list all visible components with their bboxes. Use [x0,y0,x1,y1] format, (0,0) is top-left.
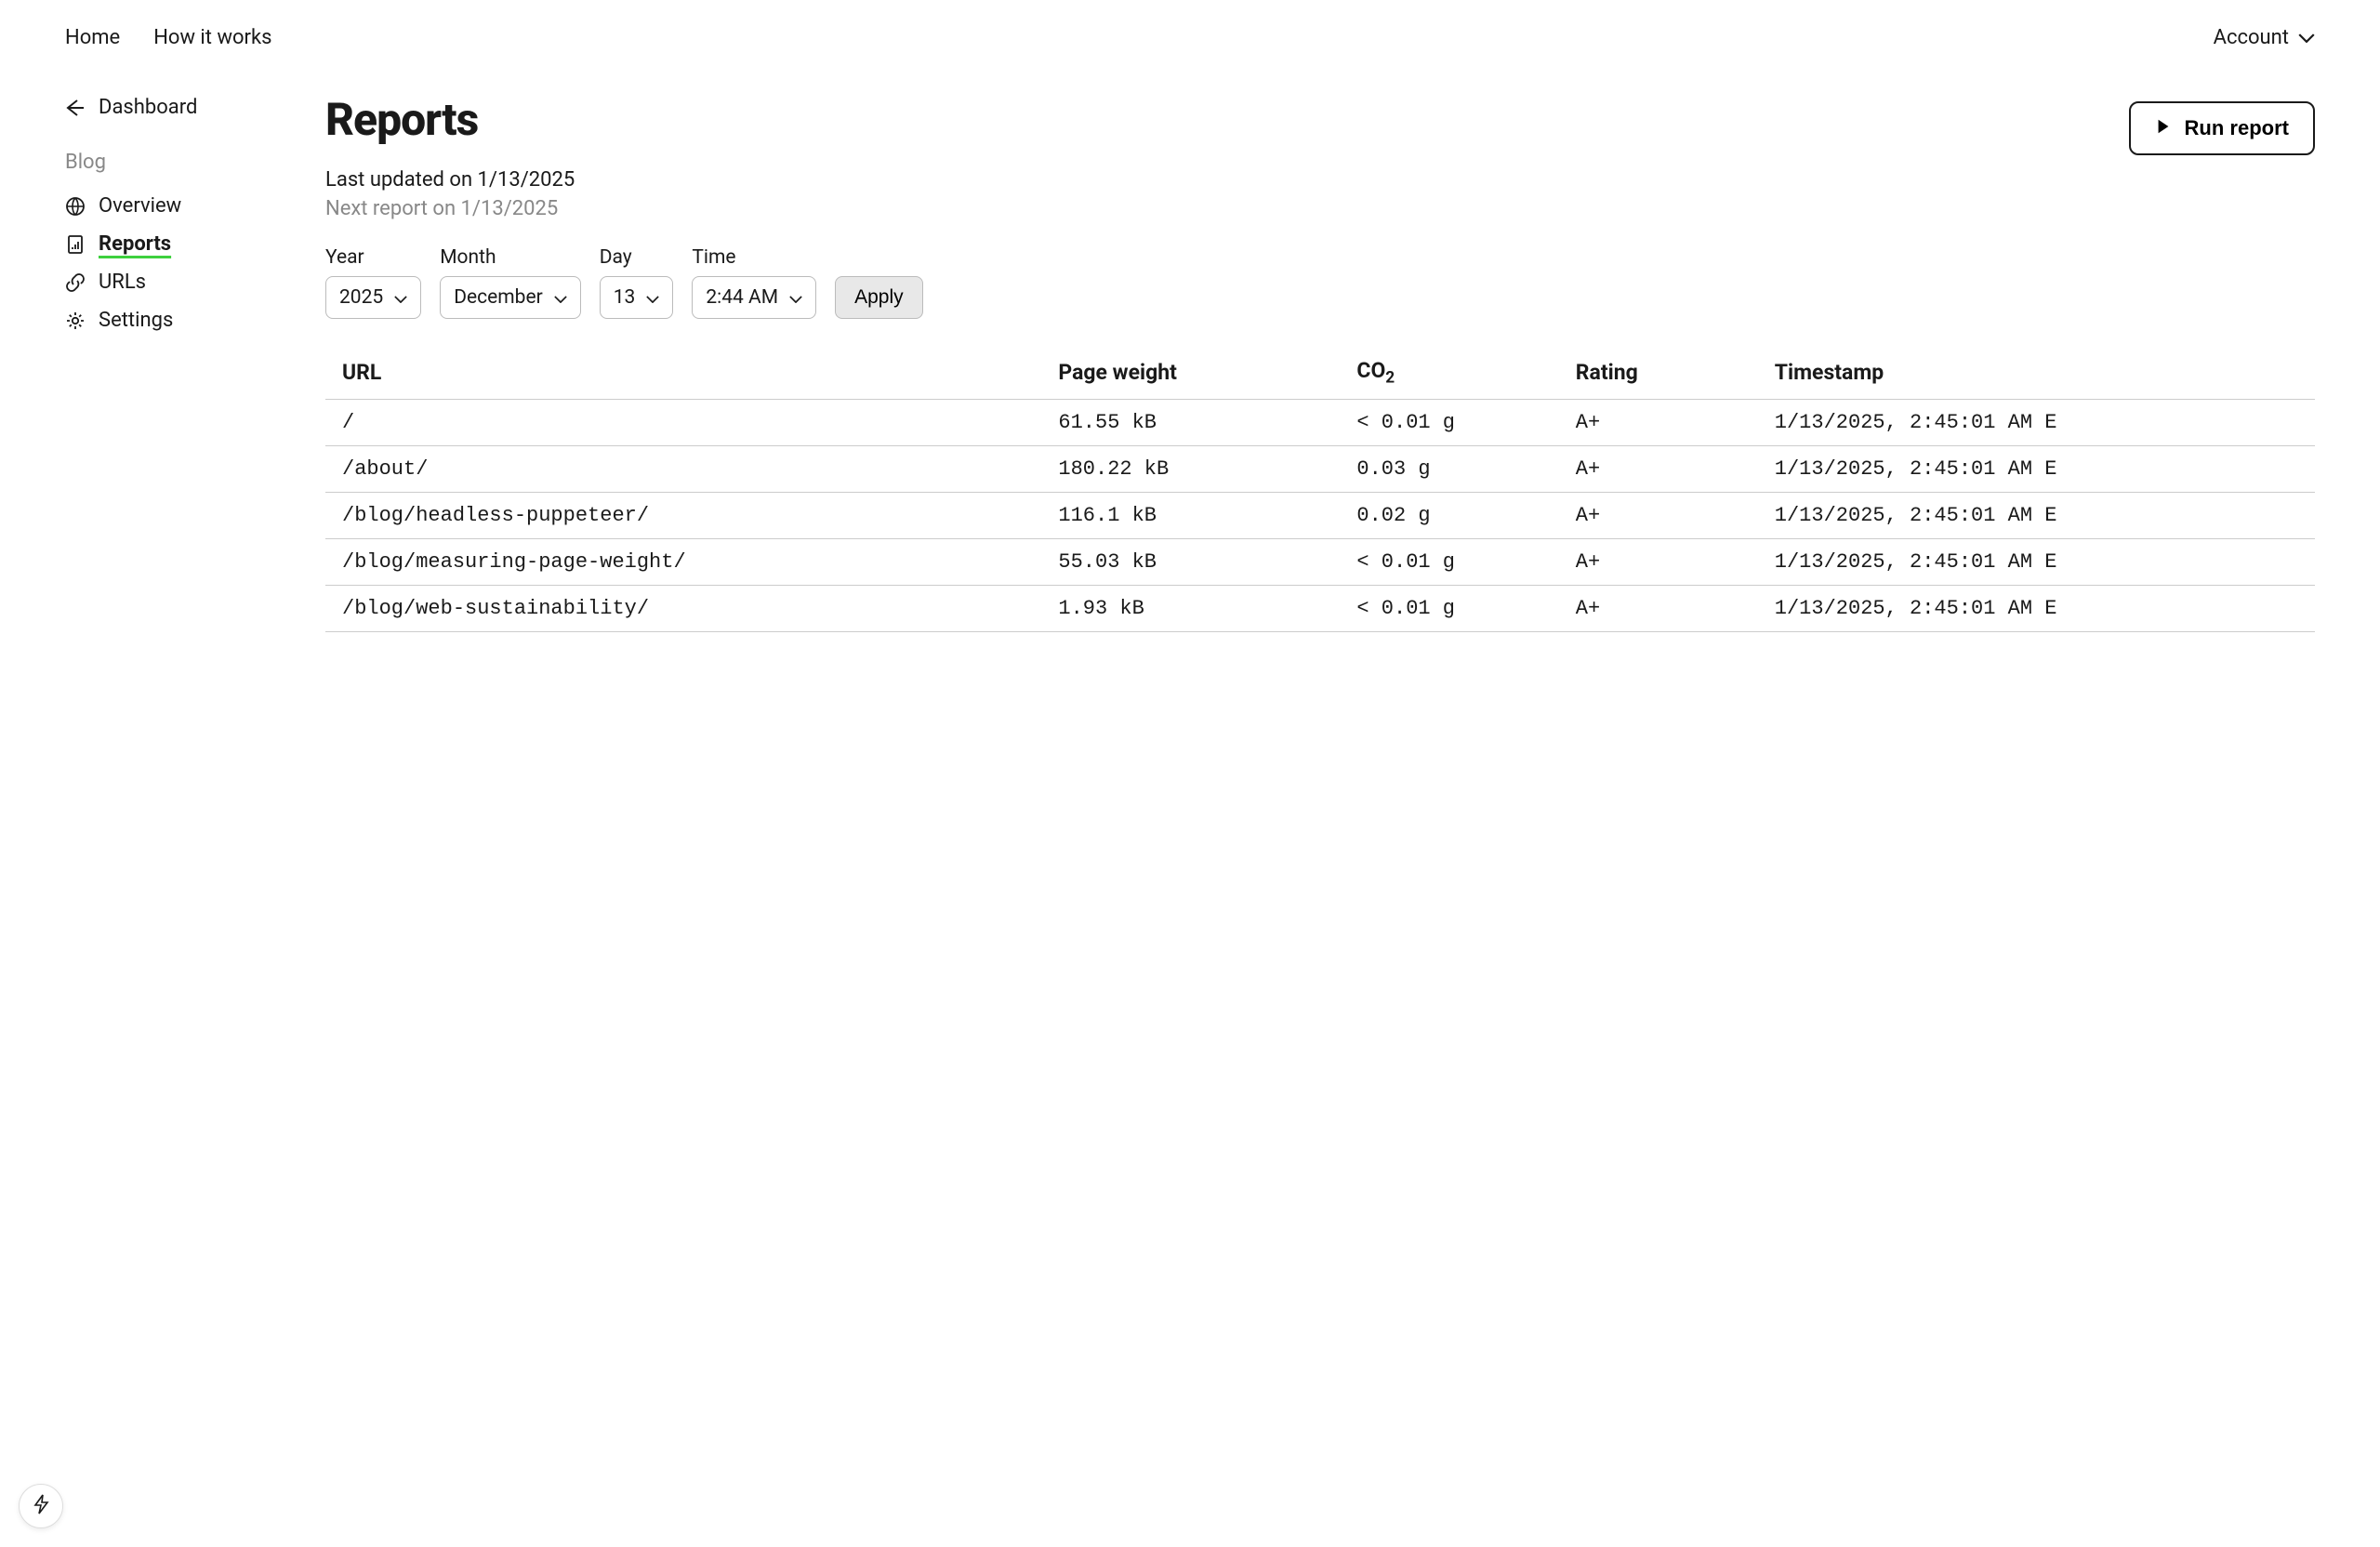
cell-rating: A+ [1559,445,1758,492]
run-report-label: Run report [2185,116,2289,140]
sidebar-item-settings[interactable]: Settings [65,301,251,339]
arrow-left-icon [65,98,86,118]
page-header: Reports Run report [325,96,2315,155]
page-title: Reports [325,96,478,145]
chevron-down-icon [554,286,567,309]
cell-page_weight: 1.93 kB [1041,585,1340,631]
globe-icon [65,196,86,217]
sidebar: Dashboard Blog Overview Reports URLs Set… [65,96,251,632]
apply-button[interactable]: Apply [835,276,923,319]
main-content: Reports Run report Last updated on 1/13/… [325,96,2315,632]
sidebar-section-label: Blog [65,151,251,174]
bolt-float-button[interactable] [19,1484,63,1528]
time-value: 2:44 AM [706,286,778,309]
day-value: 13 [614,286,636,309]
cell-url: / [325,399,1041,445]
account-label: Account [2214,26,2289,49]
table-header-row: URL Page weight CO2 Rating Timestamp [325,347,2315,399]
chevron-down-icon [2298,33,2315,43]
last-updated-text: Last updated on 1/13/2025 [325,168,2315,192]
link-icon [65,272,86,293]
sidebar-item-label: Reports [99,232,171,256]
layout: Dashboard Blog Overview Reports URLs Set… [0,68,2380,632]
cell-timestamp: 1/13/2025, 2:45:01 AM E [1758,538,2315,585]
filter-month: Month December [440,246,581,319]
cell-rating: A+ [1559,492,1758,538]
table-row: /about/180.22 kB0.03 gA+1/13/2025, 2:45:… [325,445,2315,492]
cell-page_weight: 116.1 kB [1041,492,1340,538]
filter-label-day: Day [600,246,674,269]
cell-co2: < 0.01 g [1340,538,1558,585]
sidebar-item-urls[interactable]: URLs [65,263,251,301]
page-title-block: Reports [325,96,478,145]
table-row: /61.55 kB< 0.01 gA+1/13/2025, 2:45:01 AM… [325,399,2315,445]
table-row: /blog/headless-puppeteer/116.1 kB0.02 gA… [325,492,2315,538]
cell-url: /blog/measuring-page-weight/ [325,538,1041,585]
th-timestamp: Timestamp [1758,347,2315,399]
next-report-text: Next report on 1/13/2025 [325,197,2315,220]
cell-url: /about/ [325,445,1041,492]
bolt-icon [31,1493,51,1519]
month-select[interactable]: December [440,276,581,319]
gear-icon [65,311,86,331]
cell-timestamp: 1/13/2025, 2:45:01 AM E [1758,445,2315,492]
sidebar-item-label: Overview [99,194,181,218]
sidebar-back-label: Dashboard [99,96,197,119]
th-co2: CO2 [1340,347,1558,399]
topnav-left: Home How it works [65,26,271,49]
cell-timestamp: 1/13/2025, 2:45:01 AM E [1758,399,2315,445]
cell-timestamp: 1/13/2025, 2:45:01 AM E [1758,585,2315,631]
cell-rating: A+ [1559,538,1758,585]
table-row: /blog/measuring-page-weight/55.03 kB< 0.… [325,538,2315,585]
day-select[interactable]: 13 [600,276,674,319]
cell-url: /blog/headless-puppeteer/ [325,492,1041,538]
play-icon [2155,116,2172,140]
month-value: December [454,286,543,309]
cell-page_weight: 61.55 kB [1041,399,1340,445]
sidebar-item-reports[interactable]: Reports [65,225,251,263]
time-select[interactable]: 2:44 AM [692,276,816,319]
report-icon [65,234,86,255]
nav-how-it-works[interactable]: How it works [153,26,271,49]
filter-label-year: Year [325,246,421,269]
cell-rating: A+ [1559,399,1758,445]
account-menu[interactable]: Account [2214,26,2315,49]
filters-row: Year 2025 Month December Day 13 [325,246,2315,319]
th-page-weight: Page weight [1041,347,1340,399]
filter-label-time: Time [692,246,816,269]
cell-co2: 0.02 g [1340,492,1558,538]
cell-timestamp: 1/13/2025, 2:45:01 AM E [1758,492,2315,538]
sidebar-back-link[interactable]: Dashboard [65,96,251,119]
filter-time: Time 2:44 AM [692,246,816,319]
sidebar-item-label: URLs [99,271,146,294]
chevron-down-icon [394,286,407,309]
filter-day: Day 13 [600,246,674,319]
filter-year: Year 2025 [325,246,421,319]
th-rating: Rating [1559,347,1758,399]
year-select[interactable]: 2025 [325,276,421,319]
cell-url: /blog/web-sustainability/ [325,585,1041,631]
sidebar-item-overview[interactable]: Overview [65,187,251,225]
cell-page_weight: 55.03 kB [1041,538,1340,585]
reports-table: URL Page weight CO2 Rating Timestamp /61… [325,347,2315,632]
cell-page_weight: 180.22 kB [1041,445,1340,492]
cell-co2: < 0.01 g [1340,399,1558,445]
table-row: /blog/web-sustainability/1.93 kB< 0.01 g… [325,585,2315,631]
year-value: 2025 [339,286,383,309]
cell-co2: < 0.01 g [1340,585,1558,631]
cell-co2: 0.03 g [1340,445,1558,492]
cell-rating: A+ [1559,585,1758,631]
chevron-down-icon [646,286,659,309]
nav-home[interactable]: Home [65,26,120,49]
top-nav: Home How it works Account [0,0,2380,68]
run-report-button[interactable]: Run report [2129,101,2315,155]
chevron-down-icon [789,286,802,309]
th-url: URL [325,347,1041,399]
filter-label-month: Month [440,246,581,269]
sidebar-item-label: Settings [99,309,173,332]
